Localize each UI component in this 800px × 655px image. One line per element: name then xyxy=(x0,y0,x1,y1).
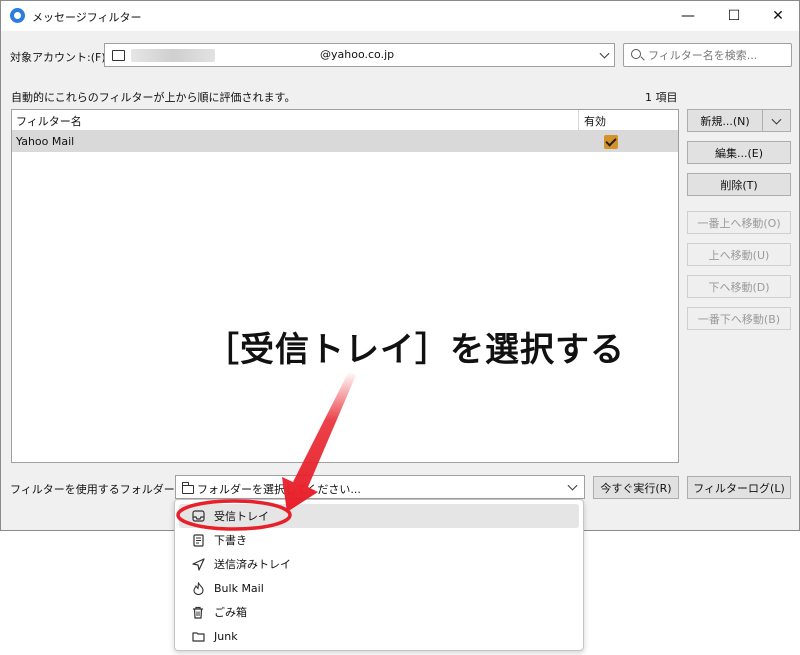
annotation-highlight-circle xyxy=(176,499,292,531)
annotation-arrow xyxy=(282,371,356,512)
annotation-overlay xyxy=(176,371,356,531)
